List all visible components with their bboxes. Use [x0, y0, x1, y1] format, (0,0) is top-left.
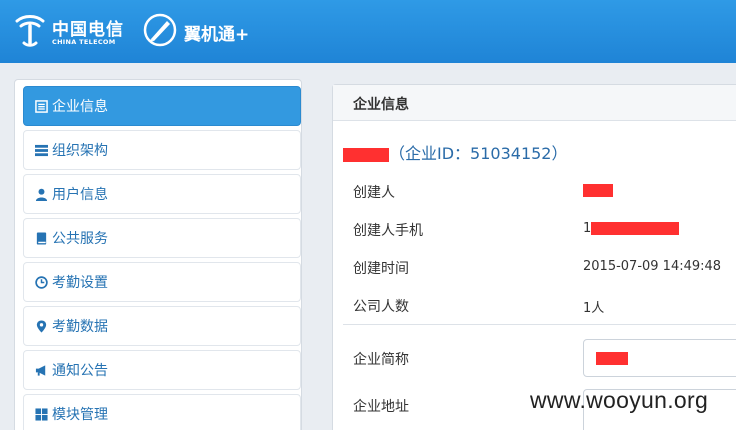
creator-label: 创建人: [353, 185, 395, 201]
staff-count-value: 1人: [583, 301, 605, 316]
sidebar-item-attendance-data[interactable]: 考勤数据: [23, 306, 301, 346]
panel-title: 企业信息: [353, 97, 409, 113]
sidebar-item-company-info[interactable]: 企业信息: [23, 86, 301, 126]
watermark: www.wooyun.org: [530, 387, 709, 413]
brand-name-cn: 中国电信: [52, 20, 124, 40]
sidebar-item-label: 企业信息: [52, 99, 108, 115]
creator-phone-value: 1: [583, 221, 680, 236]
sidebar-item-notices[interactable]: 通知公告: [23, 350, 301, 390]
staff-count-label: 公司人数: [353, 299, 409, 315]
app-logo-icon: [143, 13, 177, 47]
sidebar-item-label: 考勤数据: [52, 319, 108, 335]
section-divider: [343, 324, 736, 325]
created-time-value: 2015-07-09 14:49:48: [583, 259, 722, 274]
map-marker-icon: [34, 319, 48, 333]
panel-header: 企业信息: [333, 85, 736, 121]
china-telecom-logo[interactable]: 中国电信 CHINA TELECOM: [14, 11, 124, 51]
company-name-line: （企业ID：51034152）: [343, 140, 567, 164]
brand-name-en: CHINA TELECOM: [52, 38, 116, 46]
sidebar-item-label: 公共服务: [52, 231, 108, 247]
sidebar-item-label: 考勤设置: [52, 275, 108, 291]
list-icon: [34, 99, 48, 113]
short-name-label: 企业简称: [353, 352, 409, 368]
short-name-input[interactable]: [583, 339, 736, 377]
phone-prefix: 1: [583, 221, 592, 236]
creator-phone-label: 创建人手机: [353, 223, 423, 239]
app-name: 翼机通+: [184, 25, 250, 45]
sidebar-item-label: 组织架构: [52, 143, 108, 159]
user-icon: [34, 187, 48, 201]
creator-value: [583, 183, 613, 198]
created-time-label: 创建时间: [353, 261, 409, 277]
org-icon: [34, 143, 48, 157]
company-id: （企业ID：51034152）: [389, 144, 568, 163]
clock-icon: [34, 275, 48, 289]
china-telecom-logo-icon: [15, 15, 45, 47]
sidebar-item-label: 通知公告: [52, 363, 108, 379]
redacted-phone: [591, 222, 680, 235]
company-info-panel: 企业信息 （企业ID：51034152） 创建人 创建人手机 1 创建时间 20…: [332, 84, 736, 430]
redacted-short-name: [596, 352, 628, 365]
grid-icon: [34, 407, 48, 421]
sidebar-item-module-management[interactable]: 模块管理: [23, 394, 301, 430]
sidebar-item-public-service[interactable]: 公共服务: [23, 218, 301, 258]
sidebar-item-user-info[interactable]: 用户信息: [23, 174, 301, 214]
redacted-company-name: [343, 147, 389, 162]
sidebar-item-attendance-settings[interactable]: 考勤设置: [23, 262, 301, 302]
sidebar-item-label: 模块管理: [52, 407, 108, 423]
sidebar-item-org-structure[interactable]: 组织架构: [23, 130, 301, 170]
bullhorn-icon: [34, 363, 48, 377]
redacted-creator-name: [583, 184, 613, 197]
top-header: 中国电信 CHINA TELECOM 翼机通+: [0, 0, 736, 63]
sidebar-item-label: 用户信息: [52, 187, 108, 203]
address-label: 企业地址: [353, 399, 409, 415]
sidebar-nav: 企业信息 组织架构 用户信息 公共服务 考勤设置 考勤数据 通知公告 模块管理: [14, 79, 302, 430]
book-icon: [34, 231, 48, 245]
